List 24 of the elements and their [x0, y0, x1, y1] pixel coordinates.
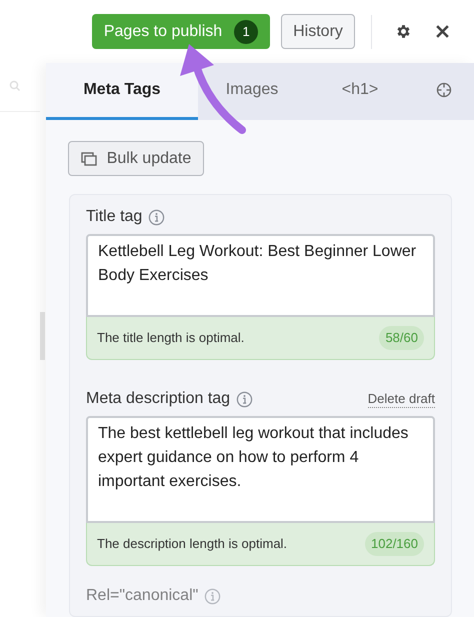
info-icon	[236, 390, 254, 408]
delete-draft-link[interactable]: Delete draft	[368, 390, 435, 408]
crosshair-icon	[436, 82, 452, 98]
publish-button[interactable]: Pages to publish 1	[92, 14, 270, 49]
field-label: Rel="canonical"	[86, 586, 198, 606]
text-area[interactable]: The best kettlebell leg workout that includes expert guidance on how to perform 4 important exercises.	[86, 416, 435, 523]
status-message: The title length is optimal.	[97, 329, 244, 348]
info-icon	[148, 208, 166, 226]
status-message: The description length is optimal.	[97, 535, 288, 554]
close-icon[interactable]	[435, 24, 450, 39]
count-badge: 1	[234, 20, 258, 44]
field-label: Meta description tag	[86, 389, 230, 409]
scrollbar	[40, 312, 45, 360]
windows-icon	[80, 152, 97, 166]
text-area[interactable]: Kettlebell Leg Workout: Best Beginner Lower Body Exercises	[86, 234, 435, 317]
tab[interactable]: Meta Tags	[46, 63, 198, 120]
field-label: Title tag	[86, 207, 142, 227]
settings-icon[interactable]	[395, 23, 412, 40]
character-count: 58/60	[379, 326, 424, 350]
search-icon	[9, 80, 21, 92]
info-icon	[204, 588, 222, 604]
character-count: 102/160	[365, 532, 424, 556]
bulk-update-button[interactable]: Bulk update	[68, 141, 204, 176]
history-button[interactable]: History	[281, 14, 355, 49]
